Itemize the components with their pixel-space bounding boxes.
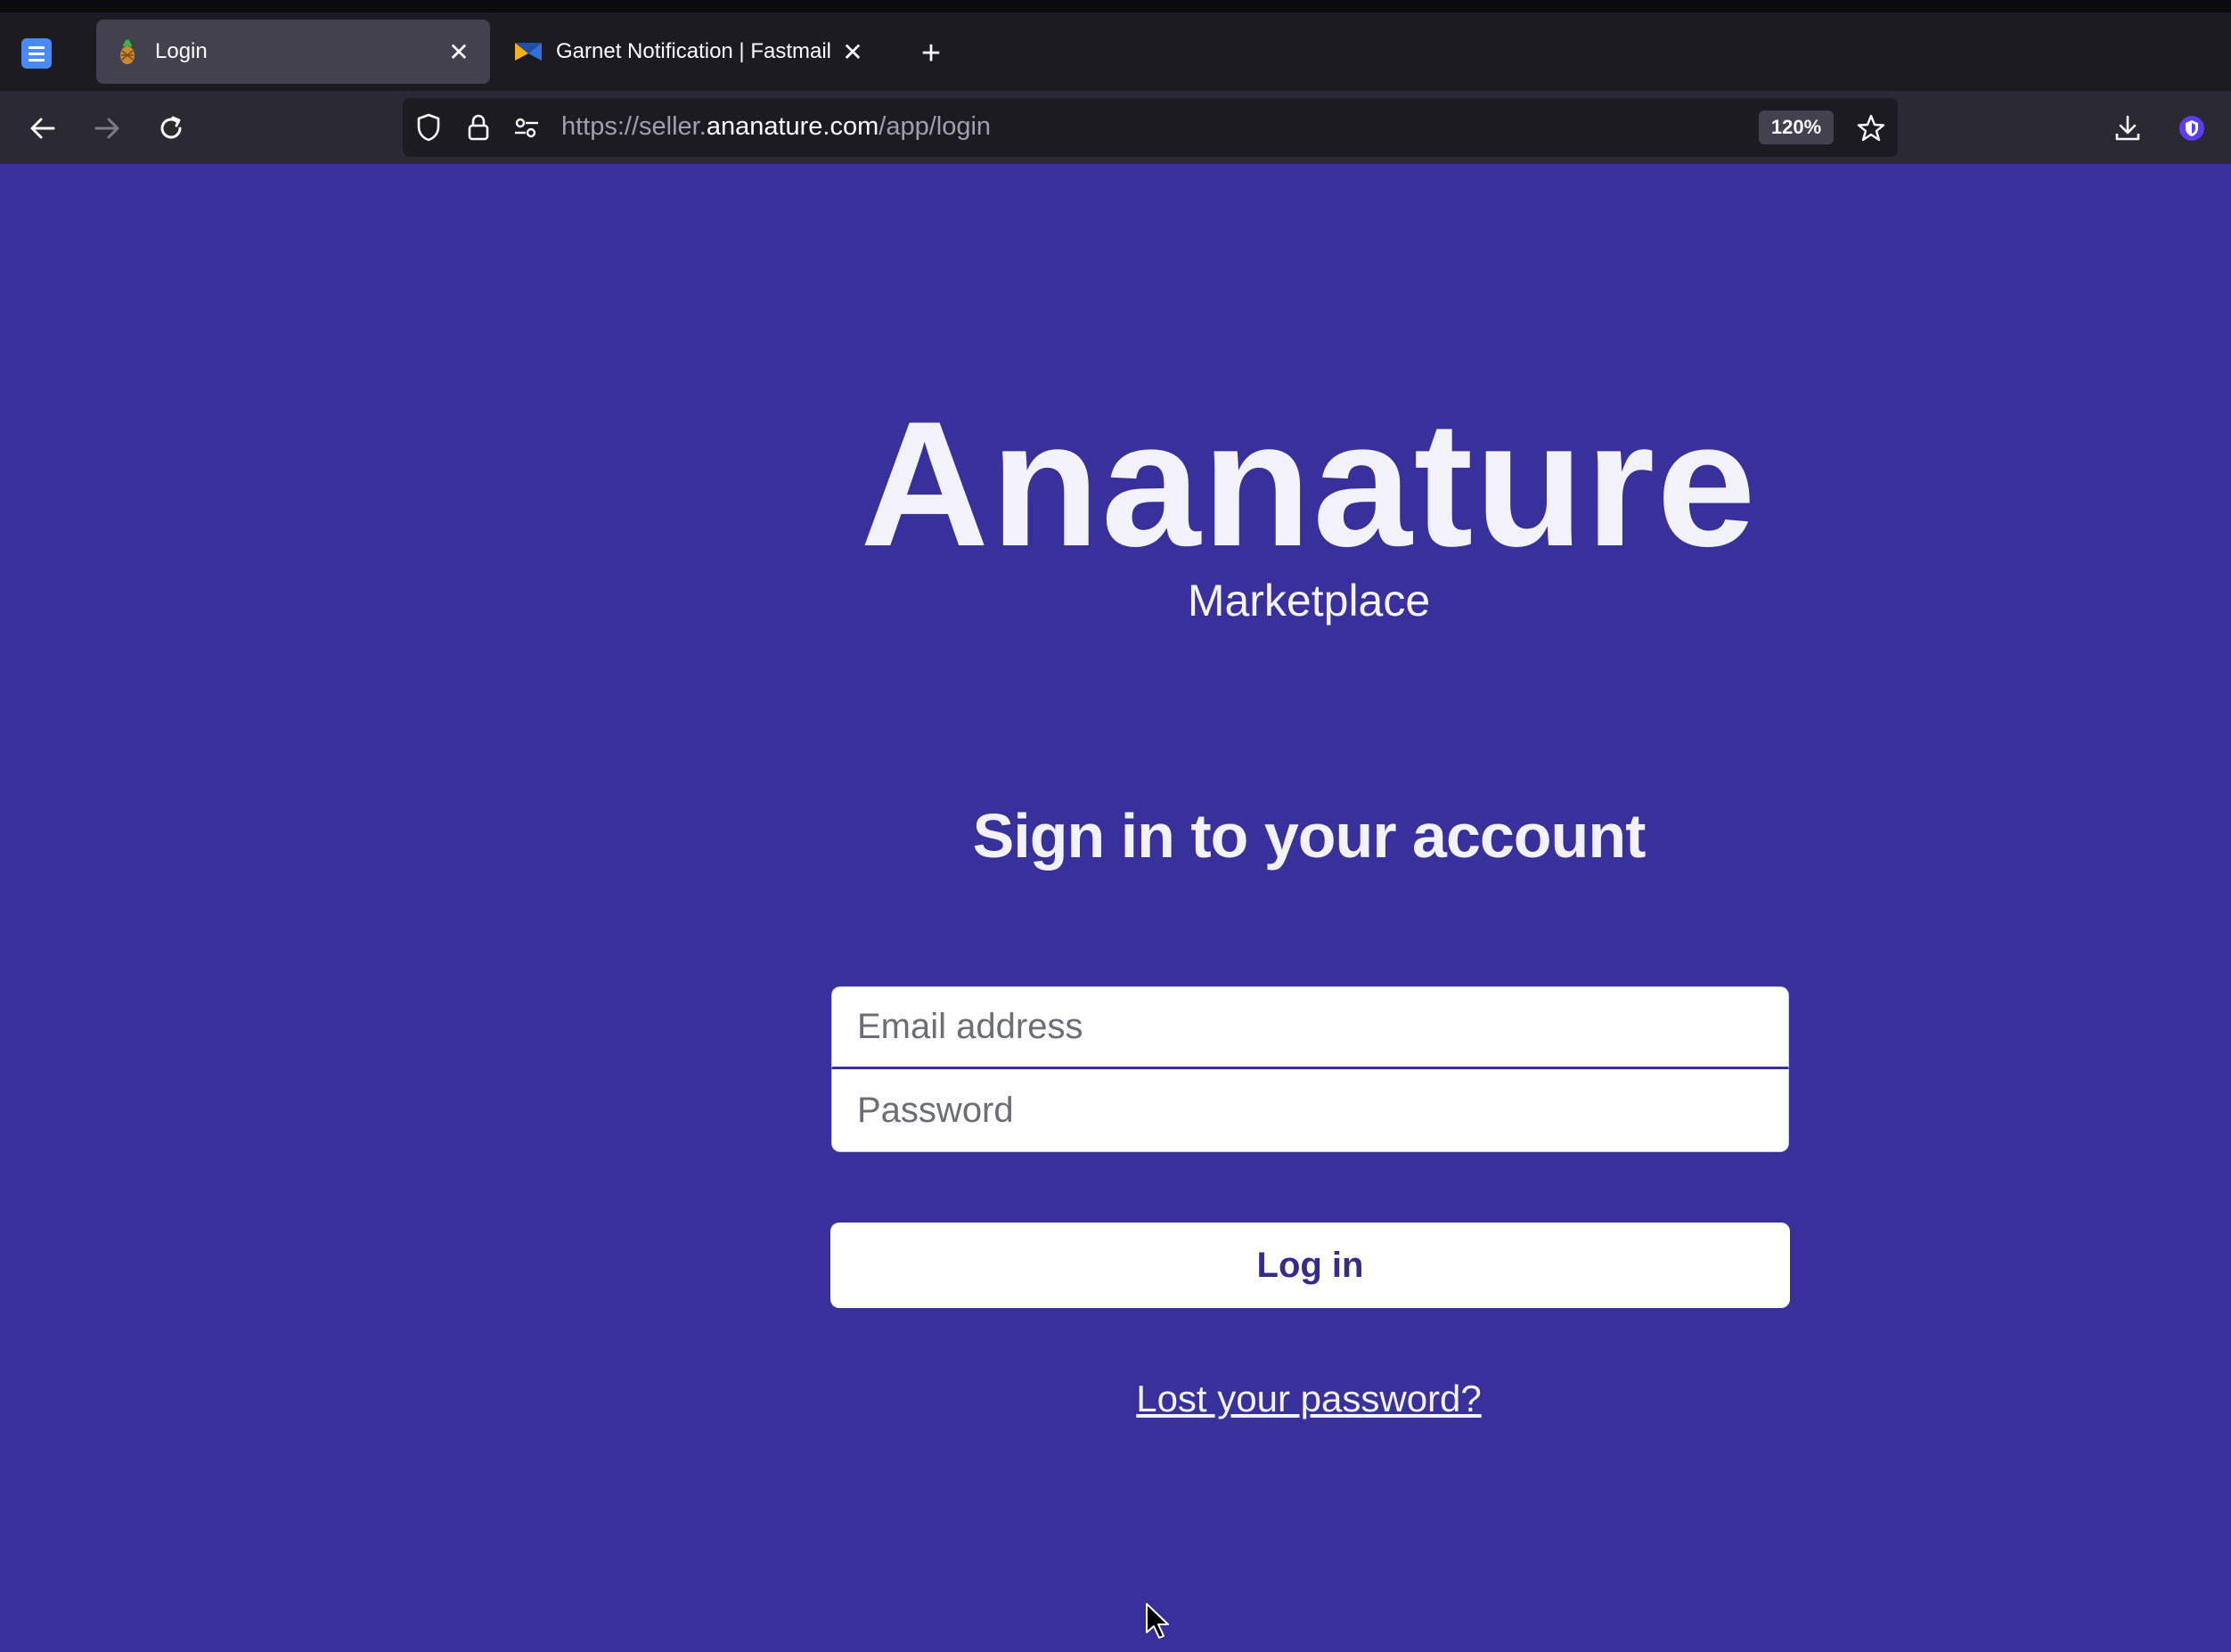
tab-login[interactable]: Login ✕ bbox=[96, 20, 490, 84]
login-page: Ananature Marketplace Sign in to your ac… bbox=[0, 164, 2231, 1652]
extension-shield-icon[interactable] bbox=[2170, 107, 2213, 150]
mouse-pointer-icon bbox=[1144, 1602, 1171, 1641]
new-tab-plus-icon[interactable]: + bbox=[912, 36, 950, 73]
tab-title: Garnet Notification | Fastmail bbox=[556, 39, 832, 63]
url-text[interactable]: https://seller.ananature.com/app/login bbox=[561, 112, 991, 142]
login-form bbox=[831, 986, 1789, 1152]
fastmail-icon bbox=[515, 38, 542, 65]
zoom-level-badge[interactable]: 120% bbox=[1759, 110, 1834, 144]
brand-logo-text: Ananature bbox=[860, 385, 1758, 584]
tab-fastmail[interactable]: Garnet Notification | Fastmail ✕ bbox=[497, 20, 884, 84]
pineapple-icon bbox=[114, 38, 141, 65]
tab-bar: Login ✕ Garnet Notification | Fastmail ✕… bbox=[0, 12, 2231, 91]
brand-tagline: Marketplace bbox=[1187, 576, 1431, 626]
password-field[interactable] bbox=[831, 1069, 1789, 1152]
back-arrow-icon[interactable] bbox=[21, 107, 64, 150]
page-heading: Sign in to your account bbox=[972, 801, 1647, 871]
lock-icon[interactable] bbox=[463, 112, 494, 143]
window-top-strip bbox=[0, 0, 2231, 12]
email-field[interactable] bbox=[831, 986, 1789, 1069]
downloads-icon[interactable] bbox=[2106, 107, 2149, 150]
forward-arrow-icon[interactable] bbox=[86, 107, 128, 150]
bookmark-star-icon[interactable] bbox=[1853, 110, 1889, 146]
reload-icon[interactable] bbox=[150, 107, 192, 150]
url-path: /app/login bbox=[879, 112, 992, 141]
tab-title: Login bbox=[155, 39, 208, 63]
navigation-bar: https://seller.ananature.com/app/login 1… bbox=[0, 91, 2231, 164]
close-tab-icon[interactable]: ✕ bbox=[838, 37, 868, 67]
lost-password-link[interactable]: Lost your password? bbox=[0, 1376, 2231, 1422]
notes-app-icon[interactable] bbox=[21, 38, 52, 69]
site-permissions-icon[interactable] bbox=[511, 112, 542, 143]
url-prefix: https://seller. bbox=[561, 112, 707, 141]
shield-icon[interactable] bbox=[413, 112, 444, 143]
close-tab-icon[interactable]: ✕ bbox=[444, 37, 474, 67]
login-button[interactable]: Log in bbox=[830, 1223, 1790, 1308]
address-bar[interactable]: https://seller.ananature.com/app/login 1… bbox=[403, 98, 1898, 157]
url-host: ananature.com bbox=[706, 112, 879, 141]
